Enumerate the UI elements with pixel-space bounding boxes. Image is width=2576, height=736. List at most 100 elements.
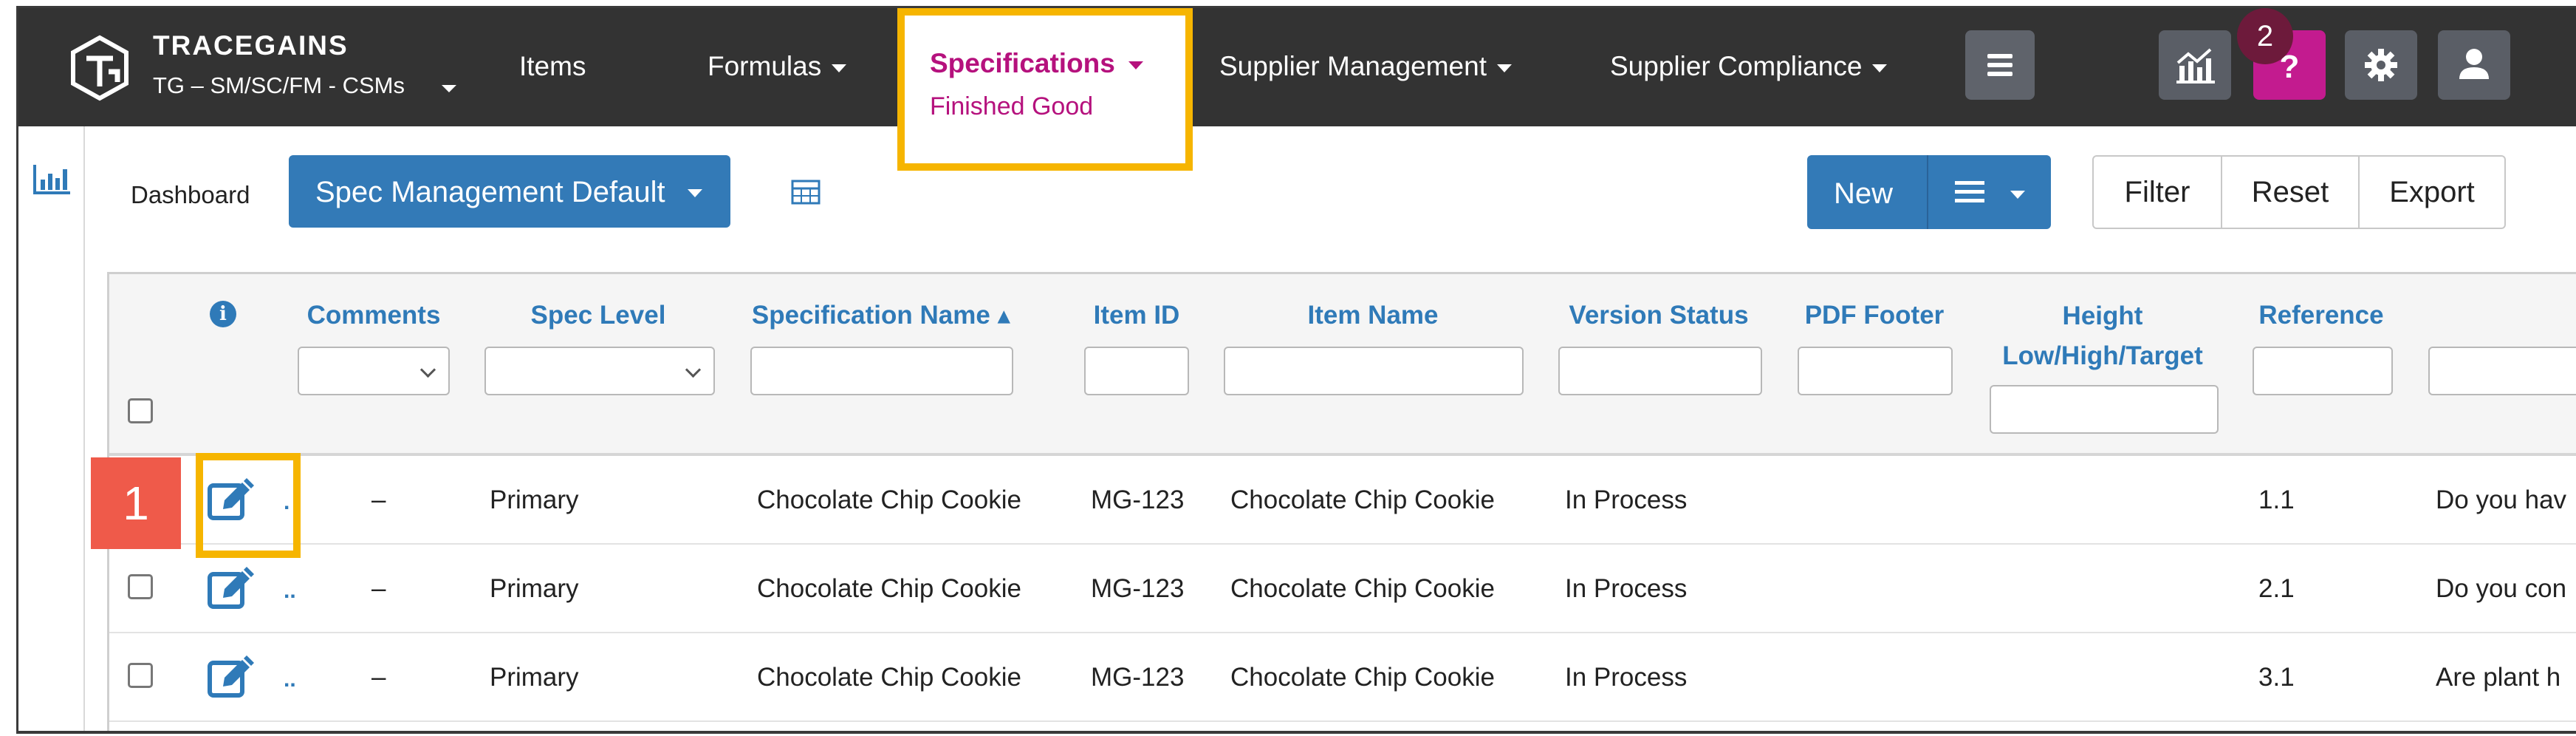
- cell-version-status: In Process: [1565, 574, 1688, 603]
- settings-button[interactable]: [2345, 30, 2417, 100]
- cell-spec-name: Chocolate Chip Cookie: [757, 574, 1021, 603]
- column-header-item-id[interactable]: Item ID: [1083, 301, 1191, 330]
- cell-item-name: Chocolate Chip Cookie: [1230, 663, 1495, 692]
- chart-icon: [2176, 48, 2215, 84]
- more-menu-button[interactable]: [1965, 30, 2035, 100]
- edit-icon-highlight: [196, 453, 301, 558]
- button-divider: [1927, 155, 1928, 229]
- chevron-down-icon: [832, 64, 847, 72]
- user-icon: [2459, 49, 2489, 79]
- item-name-filter-input[interactable]: [1224, 347, 1524, 395]
- nav-items-label: Items: [519, 51, 586, 81]
- column-header-item-name[interactable]: Item Name: [1223, 301, 1523, 330]
- chevron-down-icon: [1128, 61, 1143, 69]
- table-row: . – Primary Chocolate Chip Cookie MG-123…: [109, 456, 2576, 545]
- view-selector-dropdown[interactable]: Spec Management Default: [289, 155, 730, 228]
- export-button[interactable]: Export: [2360, 157, 2504, 228]
- info-icon[interactable]: i: [210, 301, 236, 327]
- user-profile-button[interactable]: [2438, 30, 2510, 100]
- table-grid-icon[interactable]: [791, 180, 821, 205]
- left-sidebar: [18, 126, 85, 731]
- hamburger-icon-line: [1987, 72, 2012, 76]
- cell-item-id: MG-123: [1091, 574, 1185, 603]
- edit-icon[interactable]: [207, 567, 257, 611]
- pdf-footer-filter-input[interactable]: [1798, 347, 1953, 395]
- specification-name-filter-input[interactable]: [750, 347, 1013, 395]
- cell-reference: 1.1: [2258, 485, 2295, 514]
- dashboard-label: Dashboard: [131, 181, 250, 208]
- spec-level-filter-select[interactable]: [484, 347, 715, 395]
- cell-comments: –: [371, 663, 386, 692]
- table-row: .. – Primary Chocolate Chip Cookie MG-12…: [109, 545, 2576, 633]
- column-header-pdf-footer[interactable]: PDF Footer: [1796, 301, 1953, 330]
- column-header-specification-name[interactable]: Specification Name ▴: [750, 301, 1013, 330]
- app-window: TRACEGAINS TG – SM/SC/FM - CSMs Items Fo…: [16, 6, 2576, 734]
- chevron-down-icon: [2010, 191, 2025, 199]
- cell-item-id: MG-123: [1091, 485, 1185, 514]
- nav-specifications[interactable]: Specifications: [930, 48, 1143, 79]
- list-menu-icon[interactable]: [1955, 179, 1984, 205]
- row-more-dots[interactable]: ..: [284, 667, 296, 692]
- specifications-table: i Comments Spec Level Specification Name…: [107, 272, 2576, 731]
- nav-supplier-compliance-label: Supplier Compliance: [1610, 51, 1863, 81]
- cell-version-status: In Process: [1565, 663, 1688, 692]
- chevron-down-icon: [442, 85, 456, 92]
- cell-spec-name: Chocolate Chip Cookie: [757, 663, 1021, 692]
- cell-comments: –: [371, 574, 386, 603]
- cell-item-name: Chocolate Chip Cookie: [1230, 574, 1495, 603]
- tracegains-logo-icon[interactable]: [70, 35, 129, 101]
- select-all-checkbox[interactable]: [128, 398, 153, 423]
- cell-spec-level: Primary: [490, 485, 579, 514]
- top-navbar: TRACEGAINS TG – SM/SC/FM - CSMs Items Fo…: [18, 8, 2576, 171]
- new-button-group: New: [1807, 155, 2051, 229]
- comments-filter-select[interactable]: [298, 347, 450, 395]
- cell-question: Do you con: [2436, 574, 2567, 603]
- bar-chart-icon[interactable]: [32, 162, 72, 196]
- edit-icon[interactable]: [207, 655, 257, 700]
- nav-formulas-label: Formulas: [708, 51, 822, 81]
- item-id-filter-input[interactable]: [1084, 347, 1189, 395]
- filter-button[interactable]: Filter: [2094, 157, 2221, 228]
- analytics-button[interactable]: [2159, 30, 2231, 100]
- nav-specifications-subtitle: Finished Good: [930, 92, 1094, 120]
- chevron-down-icon: [1872, 64, 1888, 72]
- notification-badge: 2: [2237, 8, 2293, 64]
- row-more-dots[interactable]: ..: [284, 579, 296, 604]
- cell-question: Do you hav: [2436, 485, 2567, 514]
- column-header-version-status[interactable]: Version Status: [1557, 301, 1761, 330]
- cell-spec-level: Primary: [490, 663, 579, 692]
- chevron-down-icon: [688, 189, 702, 197]
- cell-comments: –: [371, 485, 386, 514]
- nav-formulas[interactable]: Formulas: [708, 51, 847, 82]
- cell-reference: 3.1: [2258, 663, 2295, 692]
- column-header-reference[interactable]: Reference: [2251, 301, 2391, 330]
- brand-name: TRACEGAINS: [153, 30, 349, 61]
- row-checkbox[interactable]: [128, 574, 153, 599]
- cell-item-id: MG-123: [1091, 663, 1185, 692]
- org-selector[interactable]: TG – SM/SC/FM - CSMs: [153, 72, 405, 99]
- cell-spec-name: Chocolate Chip Cookie: [757, 485, 1021, 514]
- column-header-spec-level[interactable]: Spec Level: [482, 301, 714, 330]
- cell-question: Are plant h: [2436, 663, 2561, 692]
- question-filter-input[interactable]: [2428, 347, 2576, 395]
- nav-specifications-highlight[interactable]: Specifications Finished Good: [897, 8, 1193, 171]
- chevron-down-icon: [1497, 64, 1512, 72]
- reset-button[interactable]: Reset: [2222, 157, 2358, 228]
- cell-version-status: In Process: [1565, 485, 1688, 514]
- version-status-filter-input[interactable]: [1558, 347, 1762, 395]
- nav-supplier-management[interactable]: Supplier Management: [1219, 51, 1512, 82]
- height-filter-input[interactable]: [1990, 385, 2219, 434]
- nav-items[interactable]: Items: [519, 51, 586, 82]
- reference-filter-input[interactable]: [2253, 347, 2393, 395]
- column-header-comments[interactable]: Comments: [295, 301, 452, 330]
- hamburger-icon: [1987, 54, 2012, 58]
- gear-icon: [2365, 49, 2397, 81]
- new-button[interactable]: New: [1834, 177, 1893, 211]
- step-number-badge: 1: [91, 457, 181, 549]
- cell-spec-level: Primary: [490, 574, 579, 603]
- nav-supplier-compliance[interactable]: Supplier Compliance: [1610, 51, 1888, 82]
- hamburger-icon-line: [1987, 63, 2012, 67]
- table-tools-group: Filter Reset Export: [2092, 155, 2506, 229]
- row-checkbox[interactable]: [128, 663, 153, 688]
- column-header-height[interactable]: Height Low/High/Target: [1988, 296, 2217, 376]
